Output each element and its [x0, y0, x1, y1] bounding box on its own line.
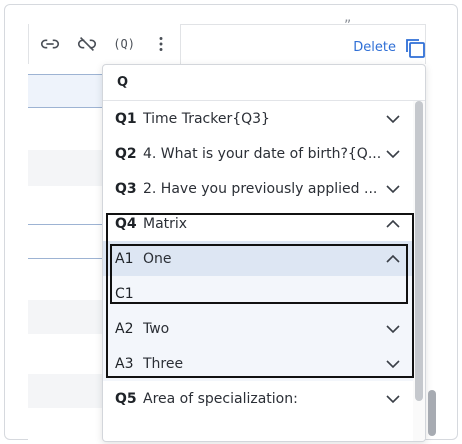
- unlink-button[interactable]: [70, 29, 103, 59]
- list-item-c1[interactable]: C1: [103, 276, 415, 311]
- item-label: 2. Have you previously applied ...: [143, 180, 378, 197]
- list-item-a1[interactable]: A1 One: [103, 241, 415, 276]
- editor-divider: [28, 224, 108, 225]
- list-item-q5[interactable]: Q5 Area of specialization:: [103, 381, 415, 416]
- item-code: A3: [115, 355, 134, 372]
- editor-row-band: [28, 150, 108, 186]
- chevron-up-icon[interactable]: [385, 216, 401, 232]
- editor-divider: [28, 258, 108, 259]
- more-vertical-icon: [159, 37, 163, 51]
- page-scroll-thumb[interactable]: [428, 390, 436, 436]
- item-code: Q4: [115, 215, 137, 232]
- item-code: A1: [115, 250, 134, 267]
- delete-link[interactable]: Delete: [353, 40, 396, 55]
- item-code: Q1: [115, 110, 137, 127]
- list-item-q3[interactable]: Q3 2. Have you previously applied ...: [103, 171, 415, 206]
- item-code: Q5: [115, 390, 137, 407]
- editor-row-highlight: [28, 74, 108, 108]
- dropdown-search-input[interactable]: Q: [103, 65, 425, 101]
- item-label: 4. What is your date of birth?{Q...: [143, 145, 382, 162]
- item-label: Area of specialization:: [143, 390, 298, 407]
- dropdown-scrollbar[interactable]: [413, 101, 425, 441]
- piped-text-label: (Q): [113, 37, 135, 51]
- chevron-down-icon[interactable]: [385, 111, 401, 127]
- item-code: A2: [115, 320, 134, 337]
- item-label: Two: [143, 320, 170, 337]
- chevron-down-icon[interactable]: [385, 321, 401, 337]
- item-label: Three: [143, 355, 184, 372]
- list-item-q1[interactable]: Q1 Time Tracker{Q3}: [103, 101, 415, 136]
- list-item-q2[interactable]: Q2 4. What is your date of birth?{Q...: [103, 136, 415, 171]
- chevron-down-icon[interactable]: [385, 356, 401, 372]
- piped-text-dropdown: Q Q1 Time Tracker{Q3} Q2 4. What is your…: [102, 64, 426, 442]
- dropdown-scroll-thumb[interactable]: [415, 101, 423, 401]
- editor-row-band: [28, 300, 108, 334]
- chevron-down-icon[interactable]: [385, 391, 401, 407]
- chevron-up-icon[interactable]: [385, 251, 401, 267]
- item-code: C1: [115, 285, 134, 302]
- item-label: One: [143, 250, 172, 267]
- link-button[interactable]: [33, 29, 66, 59]
- item-code: Q2: [115, 145, 137, 162]
- chevron-down-icon[interactable]: [385, 181, 401, 197]
- editor-row-band: [28, 374, 108, 408]
- item-code: Q3: [115, 180, 137, 197]
- copy-icon[interactable]: [403, 36, 427, 60]
- more-options-button[interactable]: [145, 29, 178, 59]
- item-label: Time Tracker{Q3}: [143, 110, 270, 127]
- list-item-a2[interactable]: A2 Two: [103, 311, 415, 346]
- question-list: Q1 Time Tracker{Q3} Q2 4. What is your d…: [103, 101, 415, 416]
- item-label: Matrix: [143, 215, 188, 232]
- list-item-a3[interactable]: A3 Three: [103, 346, 415, 381]
- unlink-icon: [77, 36, 96, 52]
- editor-toolbar: (Q): [28, 24, 178, 64]
- list-item-q4[interactable]: Q4 Matrix: [103, 206, 415, 241]
- chevron-down-icon[interactable]: [385, 146, 401, 162]
- quote-mark: ”: [344, 18, 352, 34]
- link-icon: [40, 39, 59, 49]
- piped-text-button[interactable]: (Q): [108, 29, 141, 59]
